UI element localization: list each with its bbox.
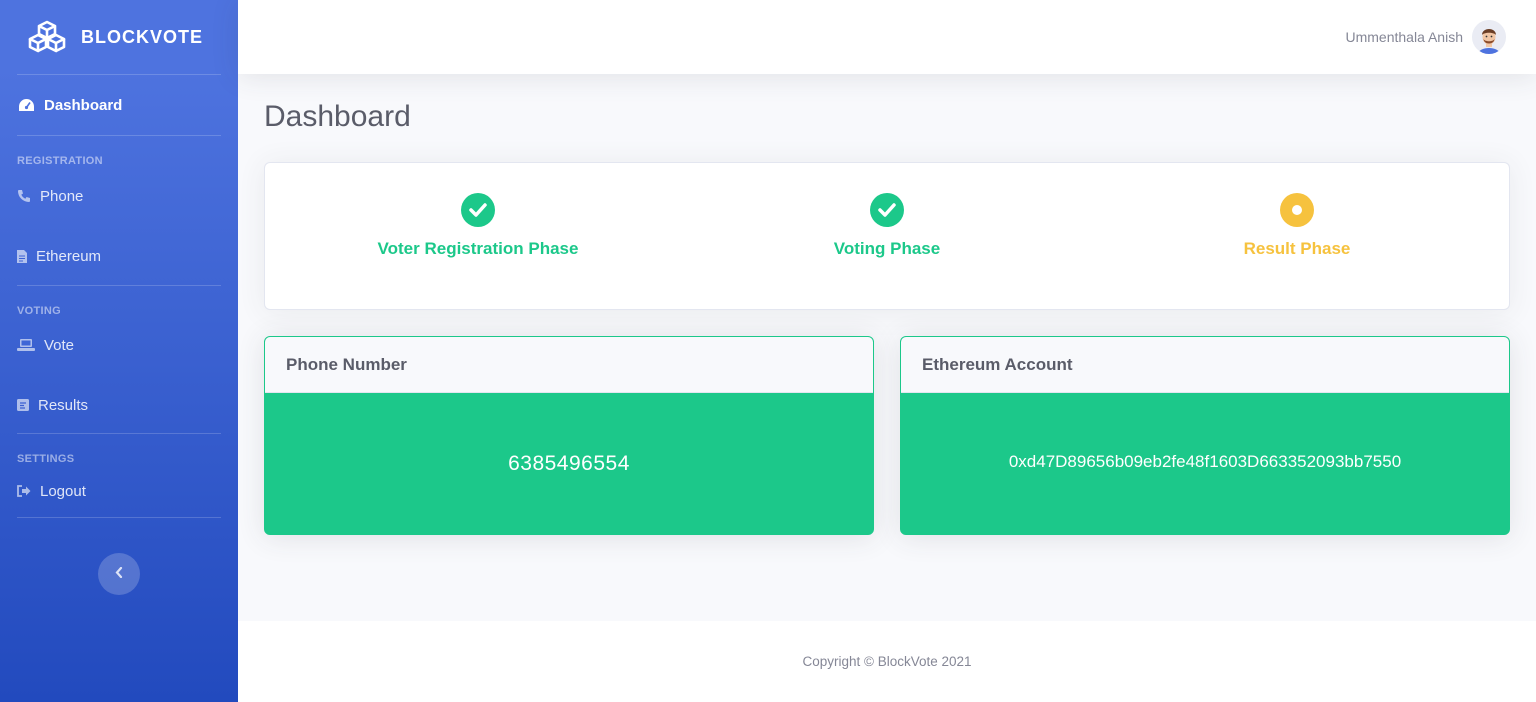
avatar: [1472, 20, 1506, 54]
brand[interactable]: BLOCKVOTE: [0, 0, 238, 74]
laptop-icon: [17, 336, 35, 354]
sidebar-item-vote[interactable]: Vote: [0, 317, 238, 373]
card-header: Ethereum Account: [901, 337, 1509, 393]
sidebar-divider: [17, 517, 221, 518]
sidebar-toggle-button[interactable]: [98, 553, 140, 595]
phase-label: Voter Registration Phase: [377, 239, 579, 258]
phase-voter-registration: Voter Registration Phase: [328, 193, 628, 259]
tachometer-icon: [17, 96, 35, 114]
poll-icon: [17, 396, 29, 414]
sidebar-divider: [17, 285, 221, 286]
sidebar-item-label: Phone: [40, 187, 84, 205]
sidebar-item-ethereum[interactable]: Ethereum: [0, 226, 238, 286]
topbar: Ummenthala Anish: [238, 0, 1536, 74]
footer: Copyright © BlockVote 2021: [238, 621, 1536, 702]
card-body: 0xd47D89656b09eb2fe48f1603D663352093bb75…: [901, 393, 1509, 534]
sidebar-divider: [17, 433, 221, 434]
phase-result: Result Phase: [1147, 193, 1447, 259]
card-header: Phone Number: [265, 337, 873, 393]
sidebar-item-results[interactable]: Results: [0, 373, 238, 437]
sign-out-icon: [17, 482, 31, 500]
ethereum-account-card: Ethereum Account 0xd47D89656b09eb2fe48f1…: [900, 336, 1510, 535]
sidebar-heading-voting: VOTING: [17, 305, 61, 317]
file-icon: [17, 247, 27, 265]
sidebar-item-label: Ethereum: [36, 247, 102, 265]
copyright-text: Copyright © BlockVote 2021: [802, 654, 972, 669]
phone-icon: [17, 187, 31, 205]
phone-number-value: 6385496554: [508, 452, 630, 475]
phase-status-card: Voter Registration Phase Voting Phase Re…: [264, 162, 1510, 310]
user-name: Ummenthala Anish: [1345, 29, 1463, 45]
sidebar-item-label: Dashboard: [44, 96, 123, 114]
sidebar-item-phone[interactable]: Phone: [0, 166, 238, 226]
sidebar-item-logout[interactable]: Logout: [0, 465, 238, 517]
check-circle-icon: [461, 193, 495, 227]
sidebar-item-label: Logout: [40, 482, 86, 500]
cubes-icon: [28, 20, 66, 54]
user-menu[interactable]: Ummenthala Anish: [1345, 20, 1506, 54]
phone-number-card: Phone Number 6385496554: [264, 336, 874, 535]
page-title: Dashboard: [264, 100, 411, 133]
sidebar-item-dashboard[interactable]: Dashboard: [0, 75, 238, 135]
sidebar-item-label: Vote: [44, 336, 75, 354]
sidebar-item-label: Results: [38, 396, 89, 414]
phase-label: Result Phase: [1243, 239, 1351, 258]
card-body: 6385496554: [265, 393, 873, 534]
ethereum-address-value: 0xd47D89656b09eb2fe48f1603D663352093bb75…: [1008, 452, 1402, 471]
sidebar: BLOCKVOTE Dashboard REGISTRATION Phone E…: [0, 0, 238, 702]
chevron-left-icon: [115, 565, 123, 583]
phase-voting: Voting Phase: [737, 193, 1037, 259]
sidebar-heading-settings: SETTINGS: [17, 453, 75, 465]
check-circle-icon: [870, 193, 904, 227]
brand-name: BLOCKVOTE: [81, 26, 204, 47]
dot-circle-icon: [1280, 193, 1314, 227]
phase-label: Voting Phase: [833, 239, 941, 258]
sidebar-divider: [17, 135, 221, 136]
